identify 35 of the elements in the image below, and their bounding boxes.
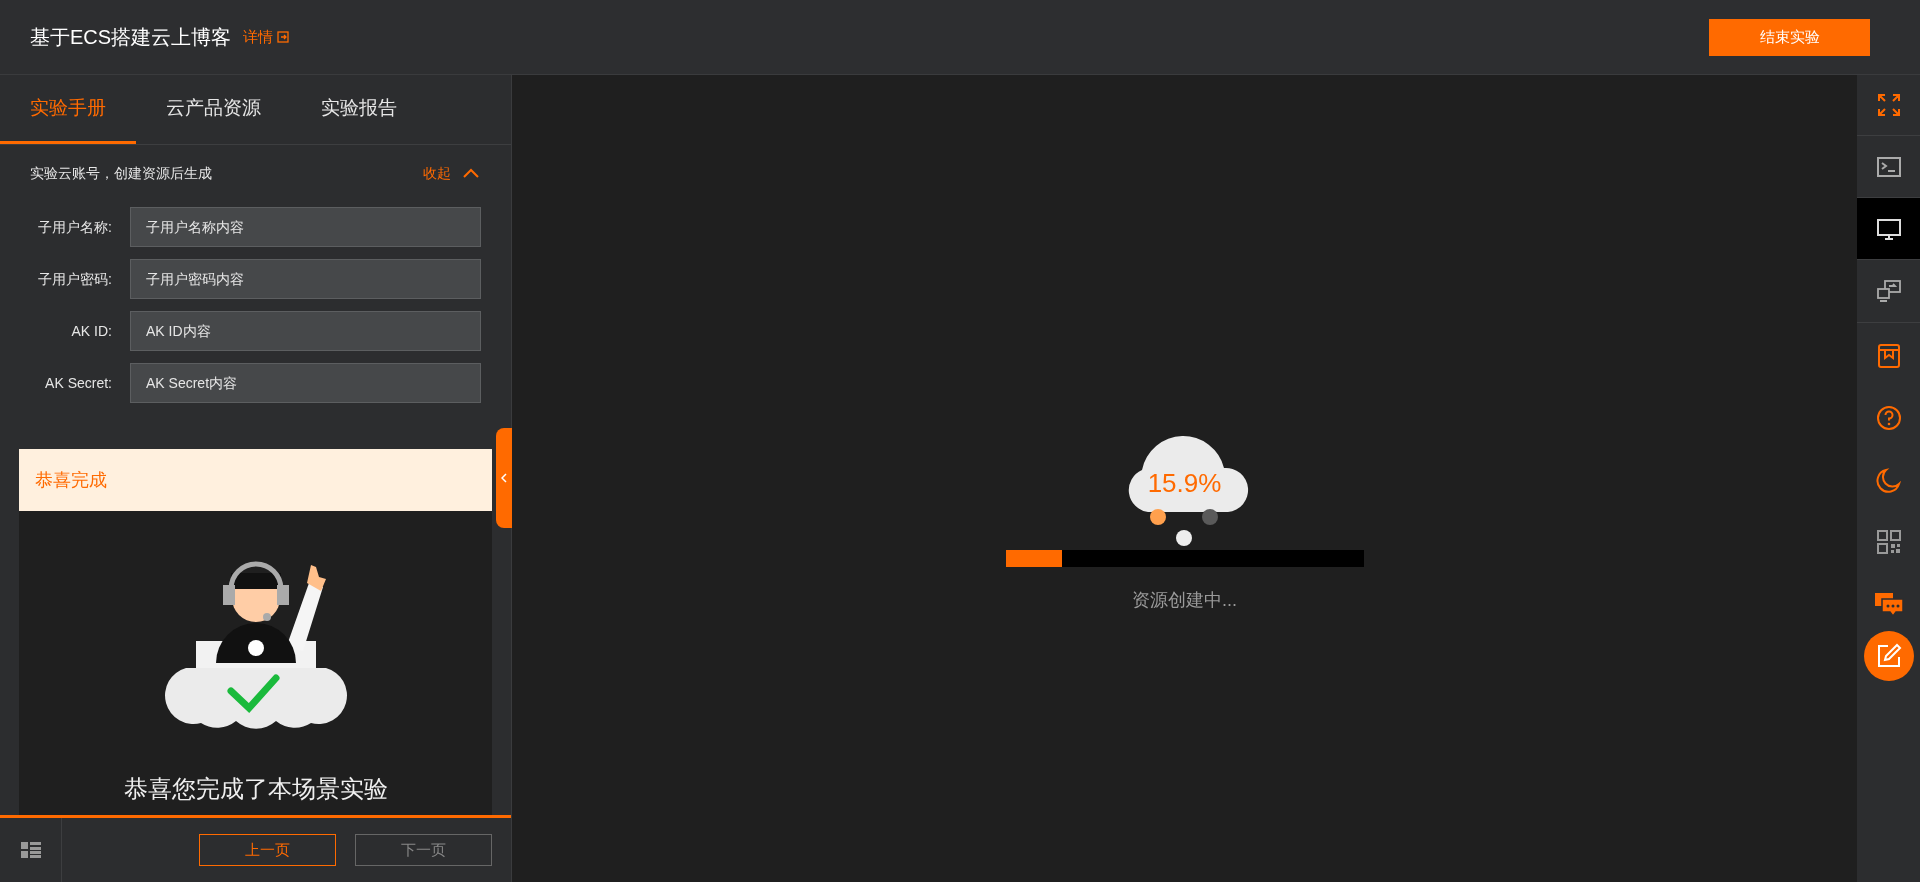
input-field[interactable]: AK ID内容 (130, 311, 481, 351)
tab[interactable]: 实验手册 (0, 75, 136, 144)
field-label: AK ID: (70, 321, 113, 341)
field-label: 子用户密码: (37, 269, 113, 289)
previous-page-button[interactable]: 上一页 (199, 834, 336, 866)
loading-dots-icon (1149, 507, 1220, 546)
account-note: 实验云账号，创建资源后生成 (30, 163, 212, 183)
external-link-icon (277, 31, 290, 43)
collapse-link[interactable]: 收起 (423, 162, 479, 184)
edit-button[interactable] (1863, 631, 1914, 681)
card-title: 恭喜完成 (35, 468, 107, 492)
progress-percent: 15.9% (1146, 466, 1223, 500)
field-label: AK Secret: (44, 373, 113, 393)
tab[interactable]: 云产品资源 (136, 75, 291, 144)
input-field[interactable]: AK Secret内容 (130, 363, 481, 403)
menu-icon[interactable] (20, 841, 41, 859)
panel-collapse-handle[interactable] (496, 428, 512, 528)
chevron-left-icon (501, 473, 507, 483)
details-link[interactable]: 详情 (243, 25, 290, 49)
card-heading: 恭喜您完成了本场景实验 (123, 774, 388, 804)
status-text: 资源创建中... (1132, 588, 1237, 612)
edit-icon (1875, 643, 1902, 669)
fullscreen-icon (1875, 92, 1902, 118)
help-icon[interactable] (1875, 405, 1902, 431)
view-button[interactable] (1857, 198, 1920, 260)
page-title: 基于ECS搭建云上博客 (30, 25, 232, 50)
moon-icon[interactable] (1875, 467, 1902, 493)
field-label: 子用户名称: (37, 217, 113, 237)
input-field[interactable]: 子用户名称内容 (130, 207, 481, 247)
book-icon[interactable] (1875, 343, 1902, 369)
remote-desktop-icon (1875, 278, 1902, 304)
chat-icon[interactable] (1873, 591, 1904, 617)
input-field[interactable]: 子用户密码内容 (130, 259, 481, 299)
tab[interactable]: 实验报告 (291, 75, 427, 144)
qr-code-icon[interactable] (1875, 529, 1902, 555)
